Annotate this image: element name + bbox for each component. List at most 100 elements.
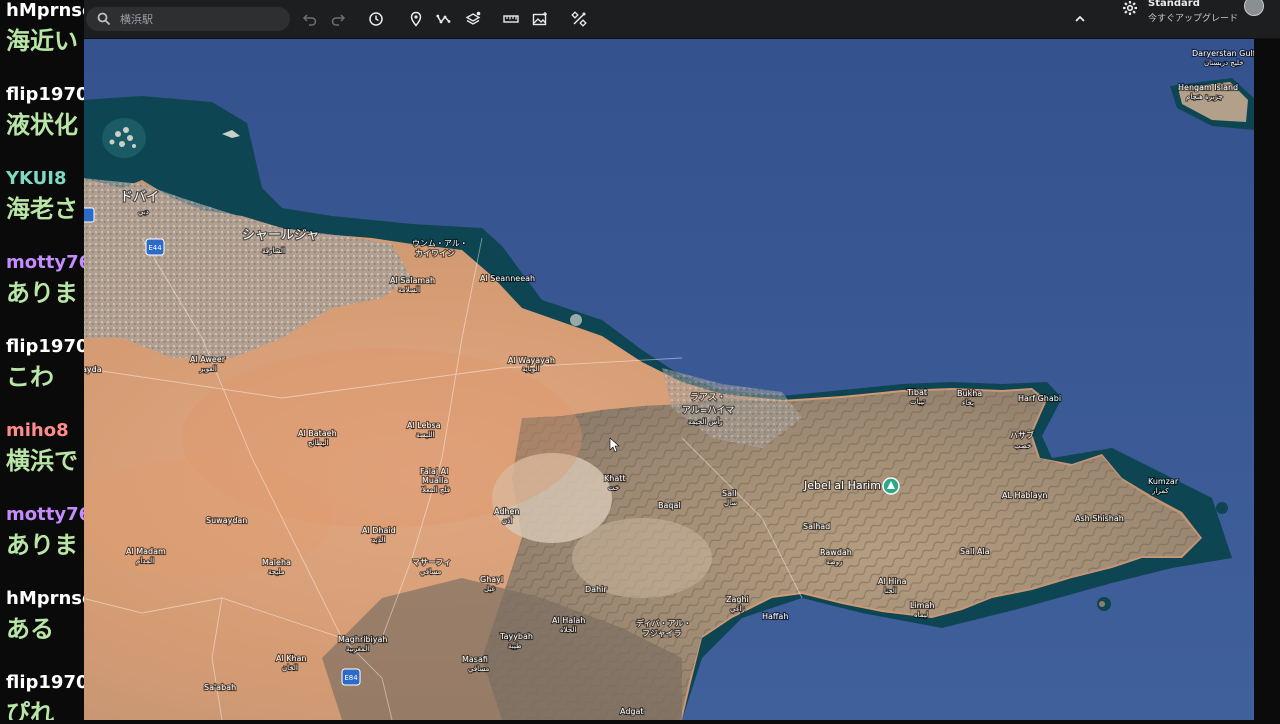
satellite-icon[interactable] xyxy=(569,9,589,29)
place-label-sall-ar: سال xyxy=(724,499,737,507)
place-label-masafi: Masafi xyxy=(462,655,488,664)
history-icon[interactable] xyxy=(366,9,386,29)
redo-icon[interactable] xyxy=(328,9,348,29)
upgrade-link[interactable]: 今すぐアップグレード xyxy=(1148,11,1238,24)
avatar[interactable] xyxy=(1244,0,1264,16)
place-label-daryerstan-ar: خليج دريستان xyxy=(1204,59,1244,67)
place-label-dubai: ドバイ xyxy=(120,190,159,205)
place-label-sharjah: シャールジャ xyxy=(242,228,319,243)
place-label-rawdah-ar: روضة xyxy=(826,558,842,566)
place-label-ras-ar: رأس الخيمة xyxy=(688,417,723,426)
chat-username: motty76 xyxy=(6,504,84,525)
place-label-hengam: Hengam Island xyxy=(1178,83,1238,92)
place-label-al-halah-ar: الحلاه xyxy=(560,626,576,634)
chat-message: hMprnsc ある xyxy=(6,588,84,644)
collapse-icon[interactable] xyxy=(1070,9,1090,29)
place-label-al-khan: Al Khan xyxy=(276,654,307,663)
chat-message: flip1970 ぴれ xyxy=(6,672,84,720)
place-label-diba2: フジャイラ xyxy=(642,629,682,638)
place-label-al-lebsa-ar: اللبسة xyxy=(416,431,435,439)
search-input[interactable] xyxy=(120,10,280,28)
place-label-al-salamah-ar: السلامة xyxy=(398,286,420,294)
chat-text: ぴれ xyxy=(6,699,54,720)
chat-message: flip1970 液状化 xyxy=(6,84,84,140)
place-label-falaj2: Mualla xyxy=(422,476,448,485)
place-label-jebel: Jebel al Harim xyxy=(803,479,881,492)
place-label-hashab-jp: ハサブ xyxy=(1010,430,1034,440)
highway-shield-e44: E44 xyxy=(145,238,165,256)
place-label-al-hina: Al Hina xyxy=(878,577,907,586)
place-label-saabah: Sa'abah xyxy=(204,683,236,692)
place-label-ayda: ayda xyxy=(82,365,102,374)
chat-text: ありま xyxy=(6,279,78,307)
place-label-limah: Limah xyxy=(910,601,934,610)
place-label-al-khan-ar: الخان xyxy=(282,664,298,672)
ruler-icon[interactable] xyxy=(501,9,521,29)
svg-text:E44: E44 xyxy=(148,244,162,252)
image-overlay-icon[interactable] xyxy=(530,9,550,29)
place-label-haffah: Haffah xyxy=(762,612,788,621)
place-label-maleha-ar: مليحة xyxy=(268,568,285,576)
chat-message: motty76 ありま xyxy=(6,504,84,560)
place-label-sharjah-ar: الشارقة xyxy=(262,247,285,255)
place-label-falaj1: Falaj Al xyxy=(420,467,448,476)
search-icon xyxy=(96,11,112,27)
chat-sidebar: hMprnsc 海近い flip1970 液状化 YKUI8 海老さ motty76 ありま f… xyxy=(0,0,84,720)
place-label-al-wayayah: Al Wayayah xyxy=(508,356,555,365)
chat-text: 液状化 xyxy=(6,111,78,139)
place-label-ghayl-ar: غيل xyxy=(484,585,495,593)
chat-username: miho8 xyxy=(6,420,69,441)
place-label-maghribiyah-ar: المغربية xyxy=(346,645,369,653)
place-label-ghayl: Ghayl xyxy=(480,575,503,584)
place-label-khasab-ar: خصب xyxy=(1014,442,1031,450)
place-label-al-bataeh-ar: البطائح xyxy=(308,439,329,447)
place-label-khatt-ar: خت xyxy=(608,484,619,492)
satellite-map[interactable]: ドバイ دبي シャールジャ الشارقة ウンム・アル・ カイワイン Al Salama… xyxy=(72,38,1257,721)
place-label-harf-ghabi: Harf Ghabi xyxy=(1018,394,1061,403)
place-label-masafi-jp: マサーフィ xyxy=(412,558,451,567)
chat-username: hMprnsc xyxy=(6,588,84,609)
chat-text: 海老さ xyxy=(6,195,78,223)
place-label-diba1: ディバ・アル・ xyxy=(636,618,691,628)
place-label-al-aweer: Al Aweer xyxy=(190,355,226,364)
chat-username: flip1970 xyxy=(6,84,84,105)
layers-icon[interactable] xyxy=(463,9,483,29)
place-label-dahir: Dahir xyxy=(585,585,607,594)
place-label-zaghi: Zaghi xyxy=(726,595,749,604)
place-label-sall: Sall xyxy=(722,489,736,498)
path-icon[interactable] xyxy=(434,9,454,29)
peak-marker[interactable] xyxy=(882,477,900,495)
search-box[interactable] xyxy=(86,7,290,31)
placemark-icon[interactable] xyxy=(406,9,426,29)
chat-message: motty76 ありま xyxy=(6,252,84,308)
place-label-al-seanneeah: Al Seanneeah xyxy=(480,274,535,283)
place-label-limah-ar: ليماه xyxy=(914,611,928,619)
place-label-ras1: ラアス・ xyxy=(690,392,726,403)
place-label-rawdah: Rawdah xyxy=(820,548,852,557)
place-label-kumzar: Kumzar xyxy=(1148,477,1179,486)
chat-message: hMprnsc 海近い xyxy=(6,0,84,56)
place-label-al-madam: Al Madam xyxy=(126,547,166,556)
highway-shield-e84: E84 xyxy=(341,668,361,686)
place-label-dubai-ar: دبي xyxy=(138,208,149,216)
undo-icon[interactable] xyxy=(300,9,320,29)
place-label-umm2: カイワイン xyxy=(415,249,455,258)
chat-message: YKUI8 海老さ xyxy=(6,168,78,224)
place-label-al-salamah: Al Salamah xyxy=(390,276,435,285)
place-label-al-habalayn: AL Hablayn xyxy=(1002,491,1047,500)
place-label-bukha-ar: بخاء xyxy=(962,399,974,407)
chat-username: flip1970 xyxy=(6,672,84,693)
plan-label: Standard xyxy=(1148,0,1200,9)
map-toolbar: Standard 今すぐアップグレード xyxy=(82,0,1280,39)
place-label-adgat: Adgat xyxy=(620,707,644,716)
svg-text:E84: E84 xyxy=(344,674,358,682)
place-label-ras2: アル=ハイマ xyxy=(682,406,734,416)
place-label-khatt: Khatt xyxy=(604,474,626,483)
gear-icon[interactable] xyxy=(1122,0,1138,16)
place-label-tibat-ar: تيبات xyxy=(910,398,925,406)
place-label-al-hina-ar: الحنا xyxy=(884,587,897,595)
place-label-tibat: Tibat xyxy=(906,388,927,397)
chat-text: ありま xyxy=(6,531,78,559)
place-label-al-wayayah-ar: الوياية xyxy=(522,365,540,373)
chat-text: 横浜で xyxy=(6,447,78,475)
